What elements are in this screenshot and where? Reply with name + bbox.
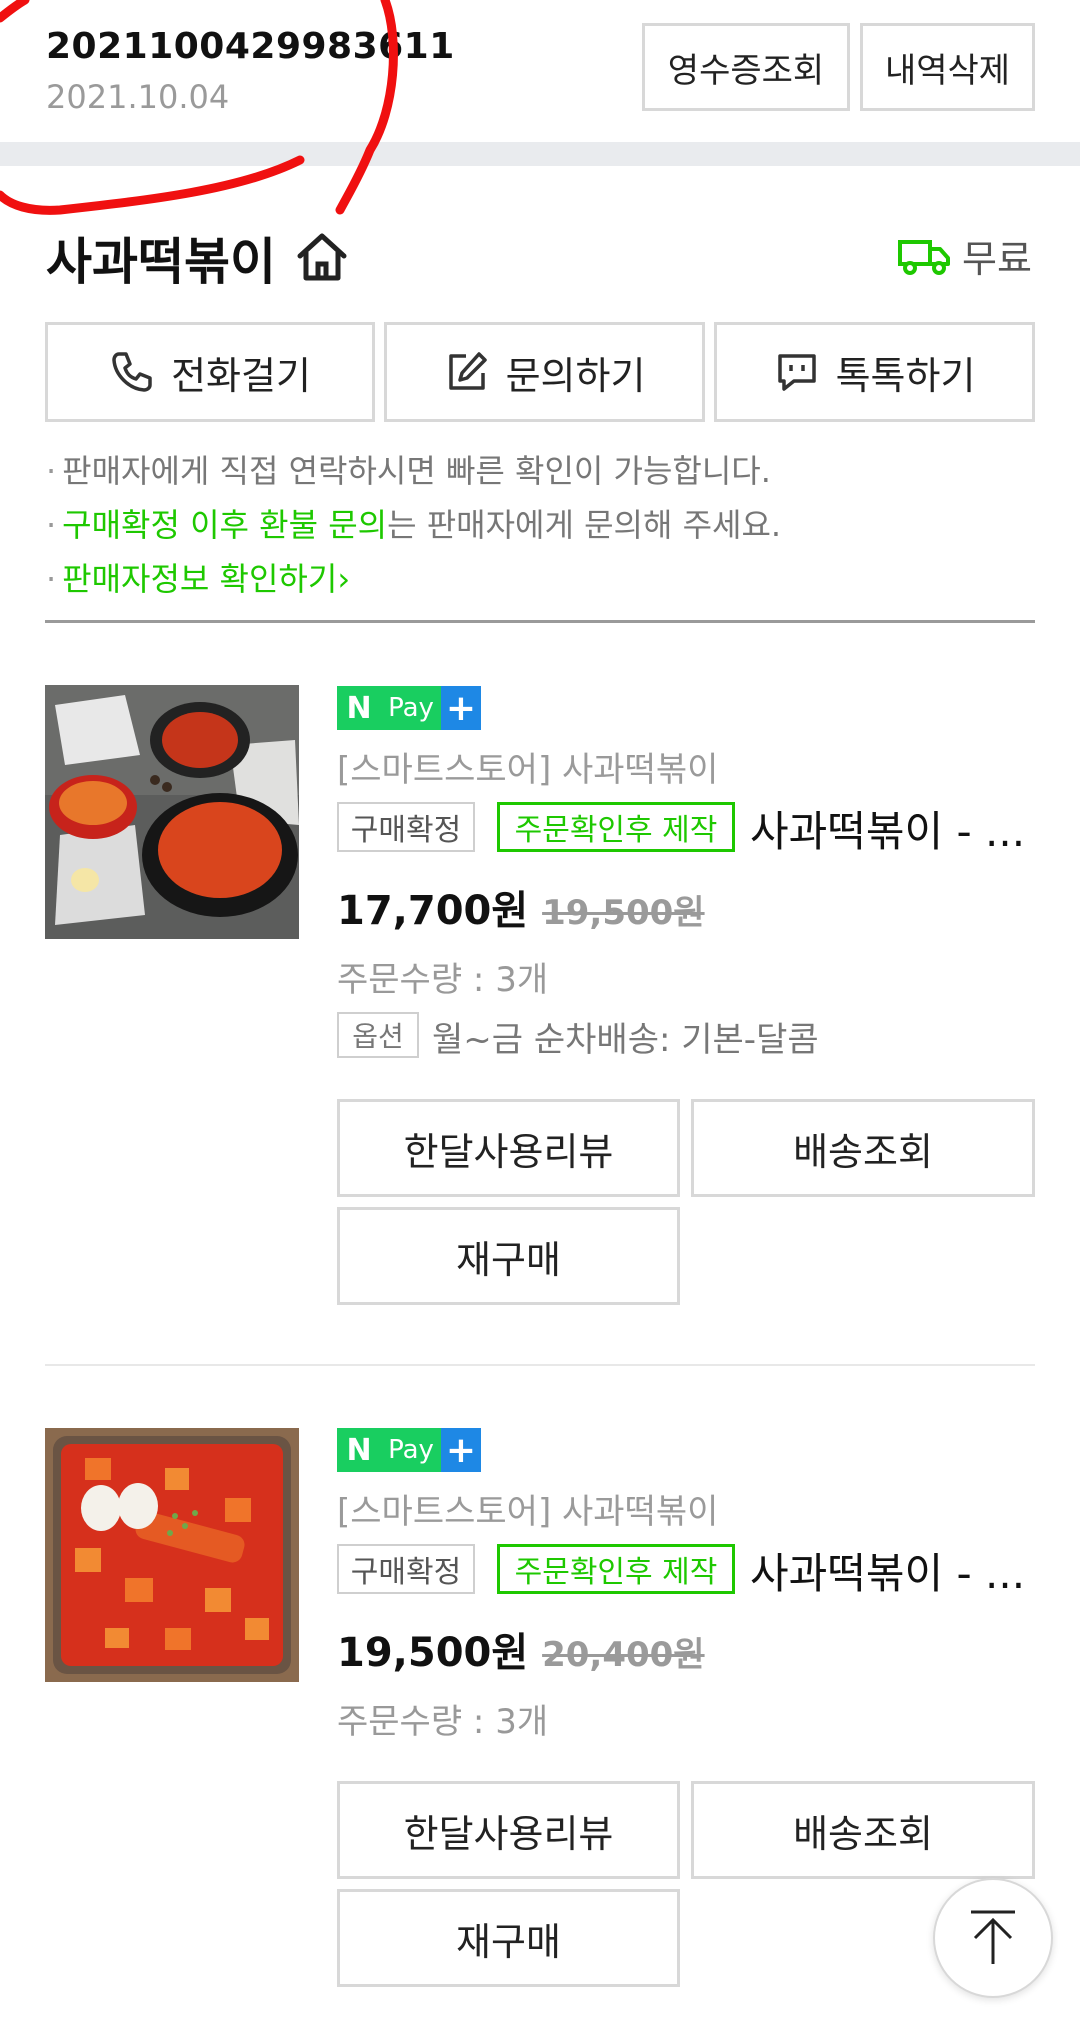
product-name[interactable]: 사과떡볶이 - ... xyxy=(750,798,1040,859)
review-button[interactable]: 한달사용리뷰 xyxy=(337,1099,680,1197)
review-button[interactable]: 한달사용리뷰 xyxy=(337,1781,680,1879)
phone-icon xyxy=(112,352,152,392)
home-icon[interactable] xyxy=(294,228,350,284)
option-value: 월~금 순차배송: 기본-달콤 xyxy=(432,1020,819,1060)
tracking-button[interactable]: 배송조회 xyxy=(691,1781,1035,1879)
product-price: 19,500원 20,400원 xyxy=(337,1630,705,1676)
naver-n-logo: N xyxy=(337,1428,381,1472)
purchase-confirmed-tag: 구매확정 xyxy=(337,802,475,852)
npay-plus-badge: N Pay + xyxy=(337,686,481,730)
product-thumbnail[interactable] xyxy=(45,1428,299,1682)
made-to-order-tag: 주문확인후 제작 xyxy=(497,1544,735,1594)
divider xyxy=(45,1364,1035,1366)
divider xyxy=(45,620,1035,623)
seller-info-link[interactable]: · 판매자정보 확인하기› xyxy=(46,554,350,600)
refund-note: · 구매확정 이후 환불 문의는 판매자에게 문의해 주세요. xyxy=(46,506,782,544)
talk-button-label: 톡톡하기 xyxy=(835,353,976,398)
call-button[interactable]: 전화걸기 xyxy=(45,322,375,422)
made-to-order-tag: 주문확인후 제작 xyxy=(497,802,735,852)
seller-contact-note: · 판매자에게 직접 연락하시면 빠른 확인이 가능합니다. xyxy=(46,452,771,490)
order-quantity: 주문수량 : 3개 xyxy=(337,960,549,1000)
product-name[interactable]: 사과떡볶이 - ... xyxy=(750,1540,1040,1601)
edit-icon xyxy=(448,352,487,390)
product-store-line: [스마트스토어] 사과떡볶이 xyxy=(337,1492,719,1532)
product-price: 17,700원 19,500원 xyxy=(337,888,705,934)
call-button-label: 전화걸기 xyxy=(171,353,311,398)
store-name[interactable]: 사과떡볶이 xyxy=(46,222,276,294)
purchase-confirmed-tag: 구매확정 xyxy=(337,1544,475,1594)
order-number: 2021100429983611 xyxy=(46,26,455,67)
receipt-button[interactable]: 영수증조회 xyxy=(642,23,850,111)
shipping-fee: 무료 xyxy=(962,237,1032,281)
original-price: 19,500원 xyxy=(542,893,705,933)
option-tag: 옵션 xyxy=(337,1012,419,1058)
talk-button[interactable]: 톡톡하기 xyxy=(714,322,1035,422)
chat-icon xyxy=(777,354,816,391)
original-price: 20,400원 xyxy=(542,1635,705,1675)
scroll-to-top-button[interactable] xyxy=(933,1878,1053,1998)
product-thumbnail[interactable] xyxy=(45,685,299,939)
order-date: 2021.10.04 xyxy=(46,78,230,116)
inquiry-button-label: 문의하기 xyxy=(505,353,646,398)
truck-icon xyxy=(898,240,950,275)
npay-plus-badge: N Pay + xyxy=(337,1428,481,1472)
arrow-up-icon xyxy=(971,1910,1015,1964)
tracking-button[interactable]: 배송조회 xyxy=(691,1099,1035,1197)
product-store-line: [스마트스토어] 사과떡볶이 xyxy=(337,750,719,790)
rebuy-button[interactable]: 재구매 xyxy=(337,1889,680,1987)
order-quantity: 주문수량 : 3개 xyxy=(337,1702,549,1742)
inquiry-button[interactable]: 문의하기 xyxy=(384,322,705,422)
delete-history-button[interactable]: 내역삭제 xyxy=(860,23,1035,111)
section-separator xyxy=(0,142,1080,166)
rebuy-button[interactable]: 재구매 xyxy=(337,1207,680,1305)
naver-n-logo: N xyxy=(337,686,381,730)
